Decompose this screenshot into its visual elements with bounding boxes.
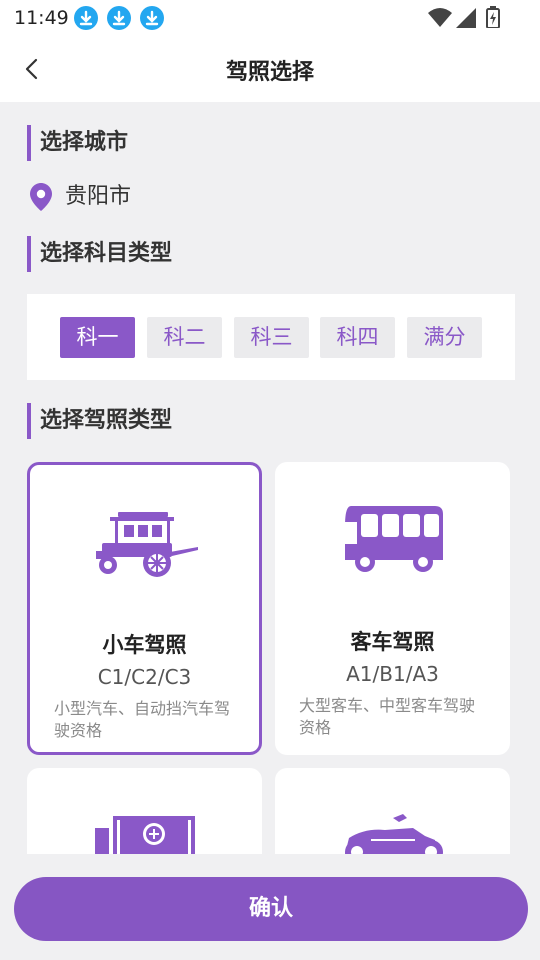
subject-panel: 科一 科二 科三 科四 满分	[27, 294, 515, 380]
truck-icon	[95, 816, 195, 854]
section-title-subject: 选择科目类型	[27, 236, 172, 272]
license-description: 大型客车、中型客车驾驶资格	[299, 696, 476, 737]
battery-icon	[486, 6, 500, 32]
license-description: 小型汽车、自动挡汽车驾驶资格	[54, 699, 231, 740]
wifi-icon	[428, 8, 452, 32]
subject-chip-full-score[interactable]: 满分	[407, 317, 482, 358]
license-code: A1/B1/A3	[346, 662, 439, 686]
header-bar: 驾照选择	[0, 36, 540, 102]
download-icon	[140, 6, 164, 30]
section-title-city: 选择城市	[27, 125, 128, 161]
city-name: 贵阳市	[65, 184, 132, 209]
bus-icon	[345, 506, 443, 572]
location-pin-icon	[30, 183, 52, 211]
license-name: 小车驾照	[102, 633, 187, 657]
section-title-license: 选择驾照类型	[27, 403, 172, 439]
license-name: 客车驾照	[350, 630, 435, 654]
status-bar: 11:49	[0, 0, 540, 36]
license-card-bus[interactable]: 客车驾照 A1/B1/A3 大型客车、中型客车驾驶资格	[275, 462, 510, 755]
subject-chip-1[interactable]: 科一	[60, 317, 135, 358]
license-code: C1/C2/C3	[97, 665, 192, 689]
download-icon	[74, 6, 98, 30]
car-icon	[96, 512, 198, 577]
signal-icon	[456, 8, 476, 32]
subject-chip-2[interactable]: 科二	[147, 317, 222, 358]
subject-chip-4[interactable]: 科四	[320, 317, 395, 358]
clock: 11:49	[14, 7, 69, 29]
page-title: 驾照选择	[225, 60, 314, 85]
license-card-motorcycle[interactable]	[275, 768, 510, 854]
subject-chip-3[interactable]: 科三	[234, 317, 309, 358]
confirm-button[interactable]: 确认	[14, 877, 528, 941]
motorcycle-icon	[345, 814, 443, 854]
license-card-car[interactable]: 小车驾照 C1/C2/C3 小型汽车、自动挡汽车驾驶资格	[27, 462, 262, 755]
license-card-truck[interactable]	[27, 768, 262, 854]
download-icon	[107, 6, 131, 30]
